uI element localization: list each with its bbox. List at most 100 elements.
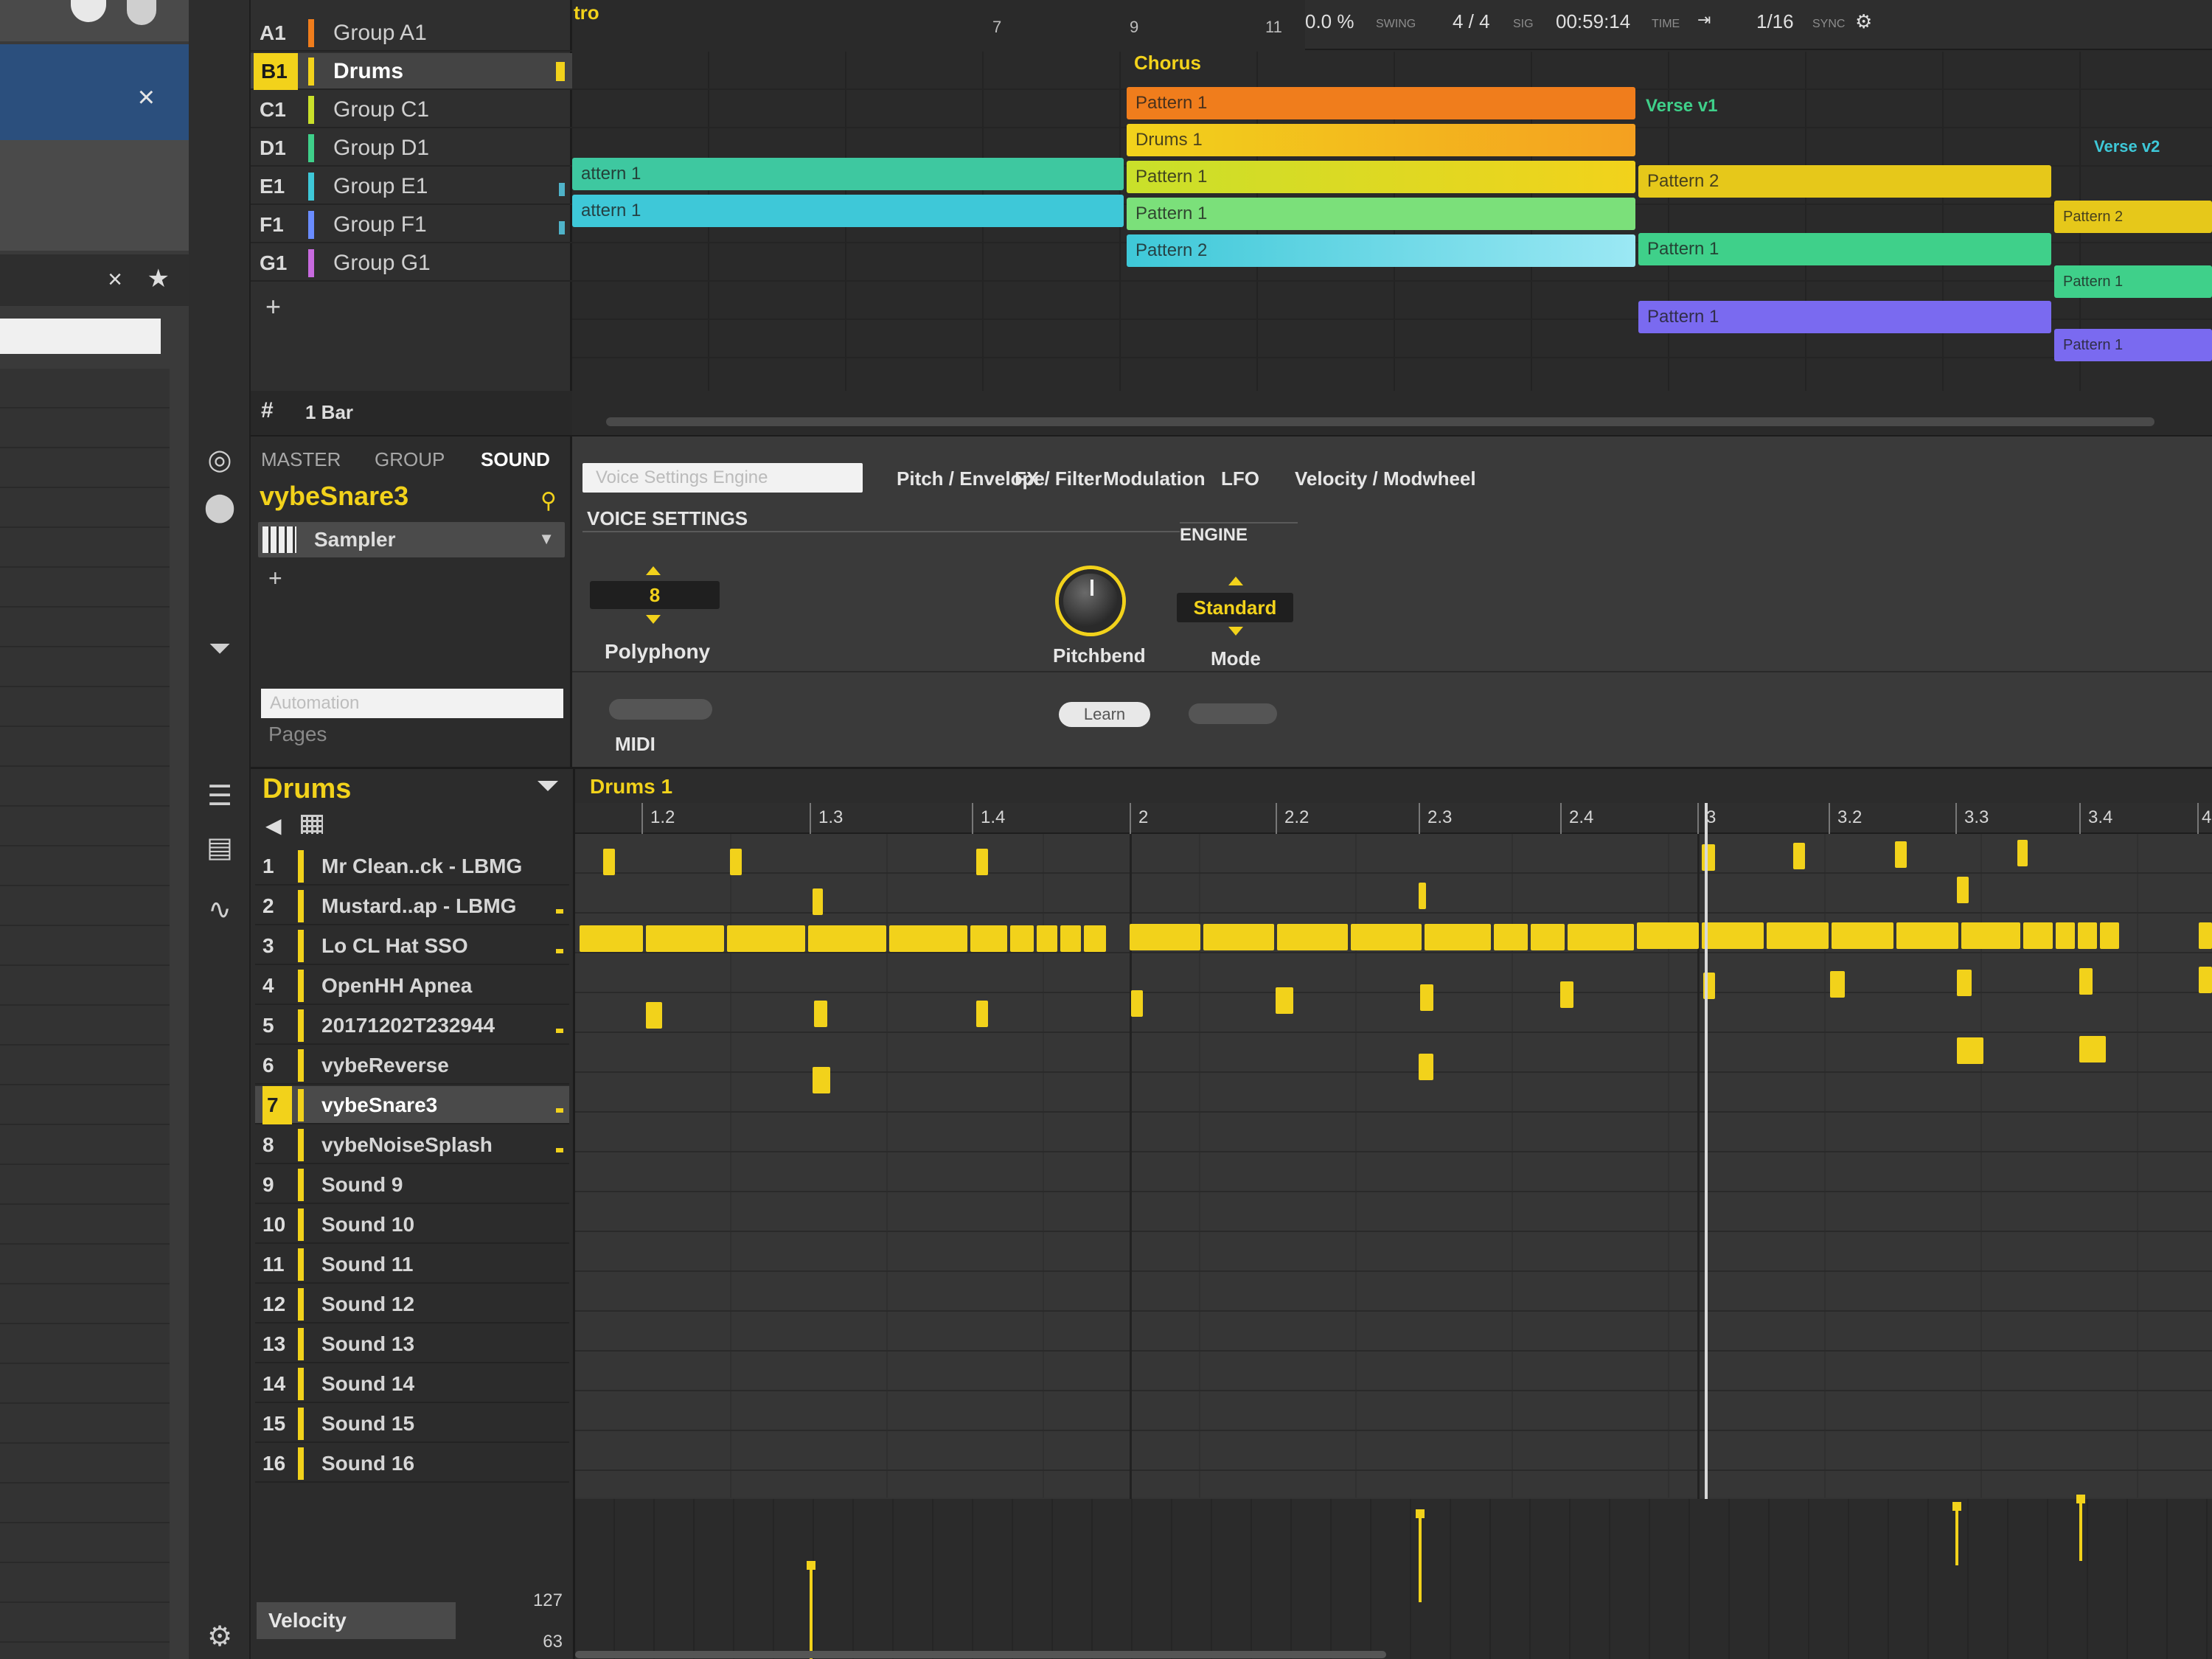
note[interactable]	[1830, 971, 1845, 998]
sound-row[interactable]: 2 Mustard..ap - LBMG	[255, 887, 569, 925]
note[interactable]	[814, 1001, 827, 1027]
group-row-f1[interactable]: F1 Group F1	[251, 206, 572, 243]
clip-intro-f1[interactable]: attern 1	[572, 195, 1124, 227]
search-icon[interactable]: ⚲	[540, 488, 557, 514]
tab-velocity-modwheel[interactable]: Velocity / Modwheel	[1295, 467, 1476, 490]
velocity-stem[interactable]	[1952, 1502, 1961, 1565]
sound-row[interactable]: 9 Sound 9	[255, 1166, 569, 1204]
note[interactable]	[730, 849, 742, 875]
add-plugin-button[interactable]: +	[268, 565, 282, 592]
mode-increment-icon[interactable]	[1228, 577, 1243, 585]
clip-verse2-e1[interactable]: Pattern 1	[2054, 265, 2212, 298]
pattern-name[interactable]: Drums 1	[590, 775, 672, 799]
plugin-plug-icon[interactable]: ⬤	[202, 490, 237, 525]
mode-decrement-icon[interactable]	[1228, 627, 1243, 636]
tab-lfo[interactable]: LFO	[1221, 467, 1259, 490]
keyboard-view-icon[interactable]: ☰	[202, 779, 237, 814]
midi-assign-slot[interactable]	[609, 699, 712, 720]
note[interactable]	[1560, 981, 1573, 1008]
group-row-a1[interactable]: A1 Group A1	[251, 15, 572, 52]
chevron-down-icon[interactable]	[538, 781, 558, 791]
note[interactable]	[889, 925, 967, 952]
playhead[interactable]	[1705, 803, 1708, 1614]
note[interactable]	[727, 925, 805, 952]
step-view-icon[interactable]: ▤	[202, 830, 237, 866]
note[interactable]	[1420, 984, 1433, 1011]
tab-sound[interactable]: SOUND	[481, 448, 550, 471]
settings-icon[interactable]: ⚙	[202, 1619, 237, 1655]
velocity-stem[interactable]	[1416, 1509, 1425, 1602]
clip-intro-e1[interactable]: attern 1	[572, 158, 1124, 190]
sound-row[interactable]: 16 Sound 16	[255, 1444, 569, 1483]
sound-row[interactable]: 4 OpenHH Apnea	[255, 967, 569, 1005]
clip-verse1-e1[interactable]: Pattern 1	[1638, 233, 2051, 265]
browser-results-list[interactable]	[0, 369, 170, 1659]
note[interactable]	[2199, 967, 2212, 993]
note[interactable]	[1767, 922, 1829, 949]
note[interactable]	[646, 1002, 662, 1029]
follow-icon[interactable]: ⇥	[1697, 10, 1711, 29]
midi-assign-slot[interactable]	[1189, 703, 1277, 724]
plugin-slot-sampler[interactable]: Sampler ▼	[258, 522, 565, 557]
note[interactable]	[1419, 883, 1426, 909]
section-label-chorus[interactable]: Chorus	[1134, 52, 1201, 74]
note[interactable]	[1494, 924, 1528, 950]
section-label-verse-v2[interactable]: Verse v2	[2094, 137, 2160, 156]
note[interactable]	[2017, 840, 2028, 866]
note[interactable]	[1277, 924, 1348, 950]
plugin-power-icon[interactable]: ◎	[202, 442, 237, 478]
note[interactable]	[1010, 925, 1034, 952]
note[interactable]	[1957, 1037, 1983, 1064]
signature-value[interactable]: 4 / 4	[1453, 10, 1490, 33]
note[interactable]	[1702, 922, 1764, 949]
note[interactable]	[2078, 922, 2097, 949]
speaker-icon[interactable]: ◀	[265, 813, 282, 838]
automation-field[interactable]: Automation	[261, 689, 563, 718]
tab-voice-settings[interactable]: Voice Settings Engine	[582, 463, 863, 493]
group-row-c1[interactable]: C1 Group C1	[251, 91, 572, 128]
note[interactable]	[1895, 841, 1907, 868]
clip-chorus-a1[interactable]: Pattern 1	[1127, 87, 1635, 119]
note[interactable]	[1957, 877, 1969, 903]
mode-value[interactable]: Standard	[1177, 593, 1293, 622]
note[interactable]	[813, 1067, 830, 1093]
note[interactable]	[808, 925, 886, 952]
note[interactable]	[603, 849, 615, 875]
tab-group[interactable]: GROUP	[375, 448, 445, 471]
polyphony-decrement-icon[interactable]	[646, 615, 661, 624]
waveform-icon[interactable]: ∿	[202, 892, 237, 928]
sound-row[interactable]: 5 20171202T232944	[255, 1006, 569, 1045]
note[interactable]	[1531, 924, 1565, 950]
clip-verse1-c1[interactable]: Pattern 2	[1638, 165, 2051, 198]
polyphony-value[interactable]: 8	[590, 581, 720, 609]
collapse-panel-icon[interactable]: ⏷	[202, 631, 237, 667]
sound-row[interactable]: 12 Sound 12	[255, 1285, 569, 1324]
note[interactable]	[2199, 922, 2212, 949]
sound-row[interactable]: 6 vybeReverse	[255, 1046, 569, 1085]
arranger-timeline[interactable]: 7 9 11 13 15 17 19 21 23 25 27 Chorus Ve…	[572, 0, 2212, 435]
velocity-lane[interactable]	[575, 1495, 2212, 1659]
note[interactable]	[1131, 990, 1143, 1017]
tab-master[interactable]: MASTER	[261, 448, 341, 471]
clip-chorus-c1[interactable]: Pattern 1	[1127, 161, 1635, 193]
group-row-b1[interactable]: B1 Drums	[251, 53, 572, 90]
grid-icon[interactable]	[301, 815, 323, 834]
note[interactable]	[2023, 922, 2053, 949]
clip-verse1-g1[interactable]: Pattern 1	[1638, 301, 2051, 333]
sound-row[interactable]: 1 Mr Clean..ck - LBMG	[255, 847, 569, 886]
note[interactable]	[1084, 925, 1106, 952]
section-label-intro[interactable]: tro	[574, 1, 599, 24]
note[interactable]	[1793, 843, 1805, 869]
note[interactable]	[1130, 924, 1200, 950]
note[interactable]	[970, 925, 1007, 952]
note[interactable]	[1203, 924, 1274, 950]
note[interactable]	[2079, 968, 2093, 995]
velocity-stem[interactable]	[807, 1561, 815, 1659]
arranger-scrollbar[interactable]	[606, 417, 2154, 426]
pitchbend-knob[interactable]	[1059, 569, 1122, 633]
arranger-length-control[interactable]: # 1 Bar	[251, 391, 572, 435]
add-group-button[interactable]: +	[265, 291, 281, 322]
velocity-lane-selector[interactable]: Velocity	[257, 1602, 456, 1639]
sync-settings-icon[interactable]: ⚙	[1855, 10, 1872, 33]
browser-selected-section[interactable]	[0, 44, 189, 140]
